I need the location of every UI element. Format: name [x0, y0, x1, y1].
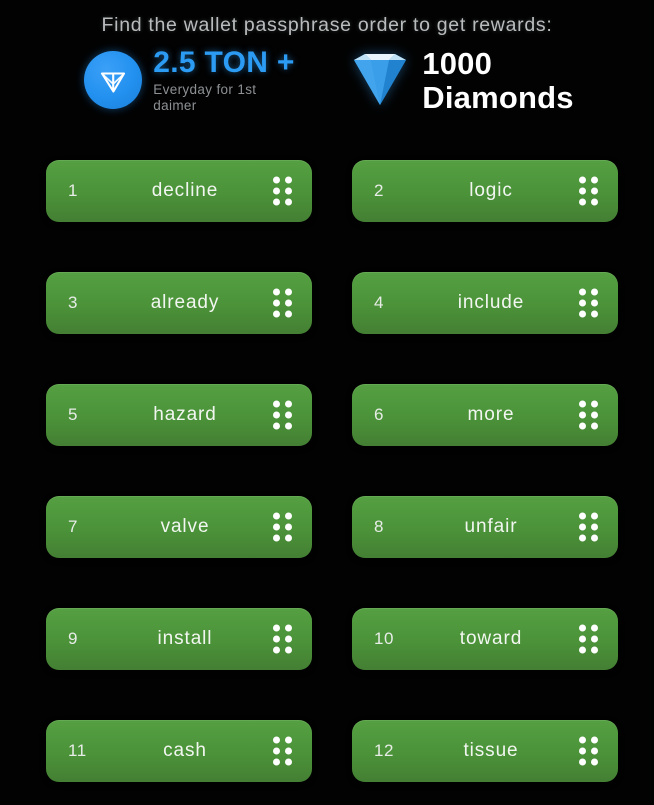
- drag-handle-icon[interactable]: [273, 400, 292, 430]
- drag-handle-icon[interactable]: [579, 624, 598, 654]
- diamonds-text: 1000 Diamonds: [422, 46, 573, 113]
- drag-handle-icon[interactable]: [579, 400, 598, 430]
- word-card-10[interactable]: 10 toward: [352, 608, 618, 670]
- rewards-row: 2.5 TON + Everyday for 1st daimer 1000 D…: [0, 46, 654, 115]
- drag-handle-icon[interactable]: [579, 736, 598, 766]
- word-index: 6: [374, 405, 384, 424]
- word-card-11[interactable]: 11 cash: [46, 720, 312, 782]
- word-index: 1: [68, 181, 78, 200]
- word-card-4[interactable]: 4 include: [352, 272, 618, 334]
- drag-handle-icon[interactable]: [273, 512, 292, 542]
- word-card-6[interactable]: 6 more: [352, 384, 618, 446]
- drag-handle-icon[interactable]: [273, 176, 292, 206]
- word-index: 2: [374, 181, 384, 200]
- word-index: 4: [374, 293, 384, 312]
- drag-handle-icon[interactable]: [579, 288, 598, 318]
- word-index: 12: [374, 741, 394, 760]
- word-index: 10: [374, 629, 394, 648]
- drag-handle-icon[interactable]: [579, 512, 598, 542]
- diamonds-amount: 1000: [422, 46, 493, 82]
- word-card-5[interactable]: 5 hazard: [46, 384, 312, 446]
- diamond-gem-icon: [349, 52, 411, 108]
- word-index: 9: [68, 629, 78, 648]
- word-card-2[interactable]: 2 logic: [352, 160, 618, 222]
- word-index: 3: [68, 293, 78, 312]
- ton-subtitle: Everyday for 1st daimer: [153, 81, 257, 114]
- word-index: 7: [68, 517, 78, 536]
- passphrase-order-screen: Find the wallet passphrase order to get …: [0, 0, 654, 805]
- rewards-header: Find the wallet passphrase order to get …: [0, 0, 654, 115]
- reward-ton-text: 2.5 TON + Everyday for 1st daimer: [153, 46, 303, 115]
- word-index: 5: [68, 405, 78, 424]
- word-card-9[interactable]: 9 install: [46, 608, 312, 670]
- word-index: 8: [374, 517, 384, 536]
- word-index: 11: [68, 741, 87, 760]
- ton-amount: 2.5 TON +: [153, 46, 295, 80]
- reward-diamonds: 1000 Diamonds: [349, 46, 574, 114]
- ton-coin-icon: [84, 51, 143, 110]
- passphrase-word-grid: 1 decline 2 logic 3 already 4 include 5 …: [46, 160, 618, 782]
- reward-ton: 2.5 TON + Everyday for 1st daimer: [84, 46, 303, 115]
- word-card-7[interactable]: 7 valve: [46, 496, 312, 558]
- word-card-8[interactable]: 8 unfair: [352, 496, 618, 558]
- drag-handle-icon[interactable]: [273, 288, 292, 318]
- diamonds-unit: Diamonds: [422, 79, 574, 115]
- word-card-1[interactable]: 1 decline: [46, 160, 312, 222]
- drag-handle-icon[interactable]: [579, 176, 598, 206]
- drag-handle-icon[interactable]: [273, 624, 292, 654]
- drag-handle-icon[interactable]: [273, 736, 292, 766]
- word-card-12[interactable]: 12 tissue: [352, 720, 618, 782]
- word-card-3[interactable]: 3 already: [46, 272, 312, 334]
- page-title: Find the wallet passphrase order to get …: [101, 14, 553, 36]
